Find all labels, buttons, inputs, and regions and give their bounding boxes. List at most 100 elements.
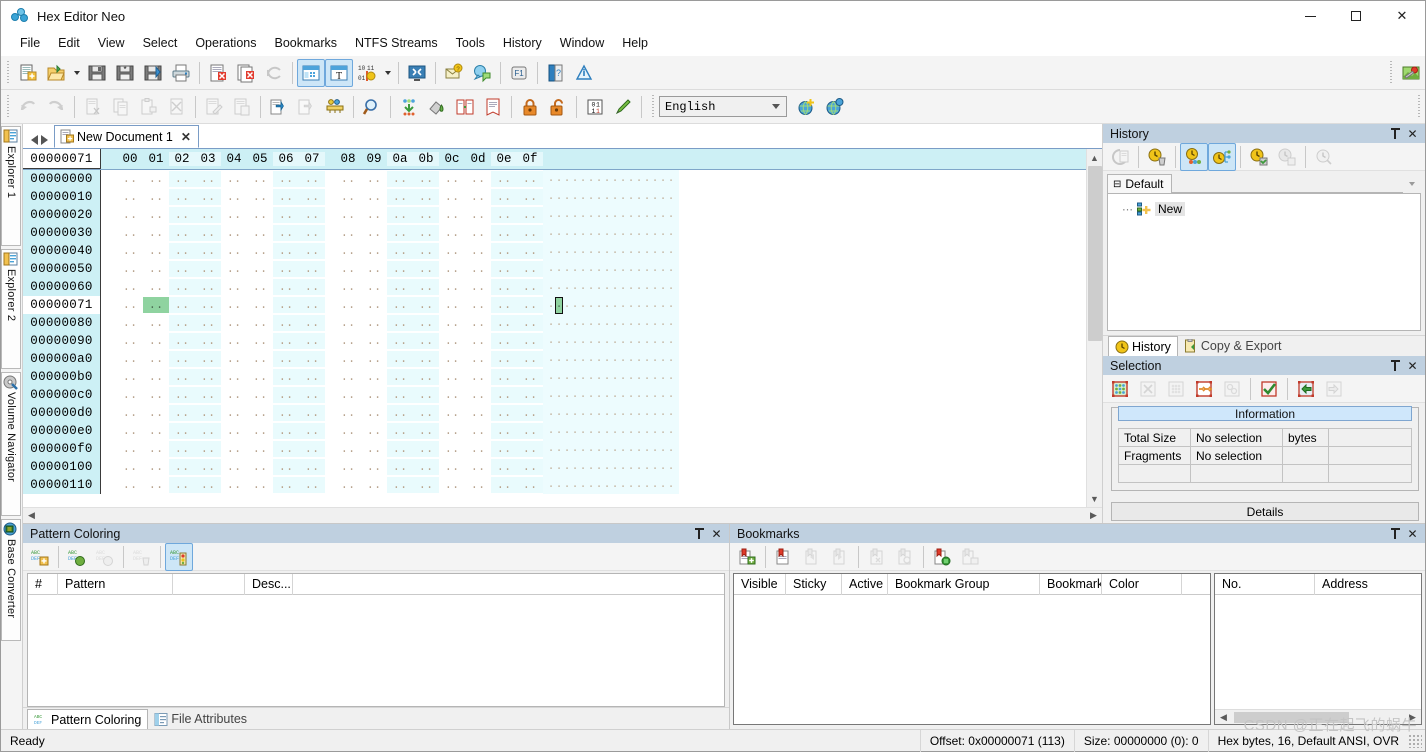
ascii-cell[interactable]: .	[627, 441, 635, 457]
ascii-cell[interactable]: .	[619, 243, 627, 259]
hex-byte-cell[interactable]: ..	[465, 279, 491, 295]
hex-byte-cell[interactable]: ..	[221, 261, 247, 277]
ascii-cell[interactable]: .	[587, 297, 595, 313]
ascii-cell[interactable]: .	[563, 171, 571, 187]
hex-byte-cell[interactable]: ..	[517, 315, 543, 331]
pattern-coloring-close-button[interactable]: ✕	[708, 525, 725, 542]
hex-row-offset[interactable]: 00000040	[23, 242, 101, 260]
hex-byte-cell[interactable]: ..	[247, 405, 273, 421]
ascii-cell[interactable]: .	[659, 459, 667, 475]
hex-byte-cell[interactable]: ..	[143, 351, 169, 367]
ascii-cell[interactable]: .	[611, 207, 619, 223]
hex-byte-cell[interactable]: ..	[117, 369, 143, 385]
ascii-cell[interactable]: .	[611, 333, 619, 349]
fill-button[interactable]	[395, 93, 423, 121]
ascii-cell[interactable]: .	[635, 423, 643, 439]
binary-mode-button[interactable]: 0 1 1 1	[581, 93, 609, 121]
hex-byte-cell[interactable]: ..	[491, 207, 517, 223]
ascii-cell[interactable]: .	[555, 315, 563, 331]
hex-byte-cell[interactable]: ..	[221, 405, 247, 421]
ascii-cell[interactable]: .	[643, 477, 651, 493]
hex-byte-cell[interactable]: ..	[387, 369, 413, 385]
toolbar-grip[interactable]	[4, 94, 12, 119]
ascii-cell[interactable]: .	[659, 297, 667, 313]
history-settings-button[interactable]	[1310, 143, 1338, 171]
ascii-cell[interactable]: .	[555, 333, 563, 349]
ascii-cell[interactable]: .	[627, 207, 635, 223]
hex-row-bytes[interactable]: ................................	[101, 224, 543, 242]
ascii-cell[interactable]: .	[635, 369, 643, 385]
hex-byte-cell[interactable]: ..	[299, 405, 325, 421]
hex-row-offset[interactable]: 00000010	[23, 188, 101, 206]
resize-grip-icon[interactable]	[1408, 733, 1422, 748]
paint-button[interactable]	[423, 93, 451, 121]
hex-row-offset[interactable]: 00000060	[23, 278, 101, 296]
hex-byte-cell[interactable]: ..	[413, 171, 439, 187]
ascii-cell[interactable]: .	[587, 477, 595, 493]
hex-byte-cell[interactable]: ..	[221, 225, 247, 241]
ascii-cell[interactable]: .	[587, 441, 595, 457]
apply-pattern-button[interactable]: ABC DEF	[63, 543, 91, 571]
select-all-button[interactable]	[1106, 375, 1134, 403]
hex-row-ascii[interactable]: ................	[543, 260, 679, 278]
hex-byte-cell[interactable]: ..	[143, 369, 169, 385]
ascii-cell[interactable]: .	[563, 243, 571, 259]
ascii-cell[interactable]: .	[643, 351, 651, 367]
ascii-cell[interactable]: .	[627, 423, 635, 439]
clear-history-button[interactable]	[1143, 143, 1171, 171]
ascii-cell[interactable]: .	[579, 369, 587, 385]
hex-byte-cell[interactable]: ..	[273, 279, 299, 295]
load-history-button[interactable]	[1273, 143, 1301, 171]
ascii-cell[interactable]: .	[659, 261, 667, 277]
scroll-right-icon[interactable]: ▶	[1404, 709, 1421, 725]
ascii-cell[interactable]: .	[667, 351, 675, 367]
ascii-cell[interactable]: .	[579, 423, 587, 439]
ascii-cell[interactable]: .	[611, 477, 619, 493]
menu-tools[interactable]: Tools	[447, 33, 494, 53]
hex-byte-cell[interactable]: ..	[143, 423, 169, 439]
ascii-cell[interactable]: .	[635, 243, 643, 259]
toolbar-grip[interactable]	[4, 60, 12, 85]
ascii-cell[interactable]: .	[651, 333, 659, 349]
ascii-cell[interactable]: .	[651, 171, 659, 187]
pattern-coloring-grid[interactable]: # Pattern Desc...	[27, 573, 725, 707]
hex-byte-cell[interactable]: ..	[143, 297, 169, 313]
ascii-cell[interactable]: .	[547, 333, 555, 349]
hex-byte-cell[interactable]: ..	[273, 297, 299, 313]
hex-byte-cell[interactable]: ..	[273, 405, 299, 421]
hex-byte-cell[interactable]: ..	[221, 207, 247, 223]
hex-row-bytes[interactable]: ................................	[101, 404, 543, 422]
hex-byte-cell[interactable]: ..	[273, 477, 299, 493]
hex-byte-cell[interactable]: ..	[335, 333, 361, 349]
remove-all-bookmarks-button[interactable]	[891, 543, 919, 571]
hex-column-04[interactable]: 04	[221, 152, 247, 166]
hex-vertical-scrollbar[interactable]: ▲ ▼	[1086, 149, 1102, 507]
hex-byte-cell[interactable]: ..	[413, 207, 439, 223]
ascii-cell[interactable]: .	[603, 225, 611, 241]
hex-byte-cell[interactable]: ..	[169, 225, 195, 241]
ascii-cell[interactable]: .	[571, 459, 579, 475]
scroll-right-icon[interactable]: ▶	[1085, 508, 1102, 524]
hex-byte-cell[interactable]: ..	[247, 459, 273, 475]
ascii-cell[interactable]: .	[659, 477, 667, 493]
ascii-cell[interactable]: .	[555, 441, 563, 457]
ascii-cell[interactable]: .	[659, 225, 667, 241]
refresh-button[interactable]	[260, 59, 288, 87]
export-button[interactable]	[265, 93, 293, 121]
hex-byte-cell[interactable]: ..	[221, 441, 247, 457]
ascii-cell[interactable]: .	[651, 279, 659, 295]
ascii-cell[interactable]: .	[611, 459, 619, 475]
ascii-cell[interactable]: .	[619, 261, 627, 277]
ascii-cell[interactable]: .	[603, 441, 611, 457]
save-button[interactable]	[83, 59, 111, 87]
hex-row-bytes[interactable]: ................................	[101, 206, 543, 224]
hex-byte-cell[interactable]: ..	[387, 207, 413, 223]
hex-byte-cell[interactable]: ..	[299, 225, 325, 241]
hex-byte-cell[interactable]: ..	[387, 333, 413, 349]
ascii-cell[interactable]: .	[619, 207, 627, 223]
hex-row-offset[interactable]: 00000000	[23, 170, 101, 188]
measure-button[interactable]	[321, 93, 349, 121]
hex-row[interactable]: 000000b0................................…	[23, 368, 1086, 386]
bm-col-filler[interactable]	[1182, 574, 1210, 595]
ascii-cell[interactable]: .	[547, 189, 555, 205]
